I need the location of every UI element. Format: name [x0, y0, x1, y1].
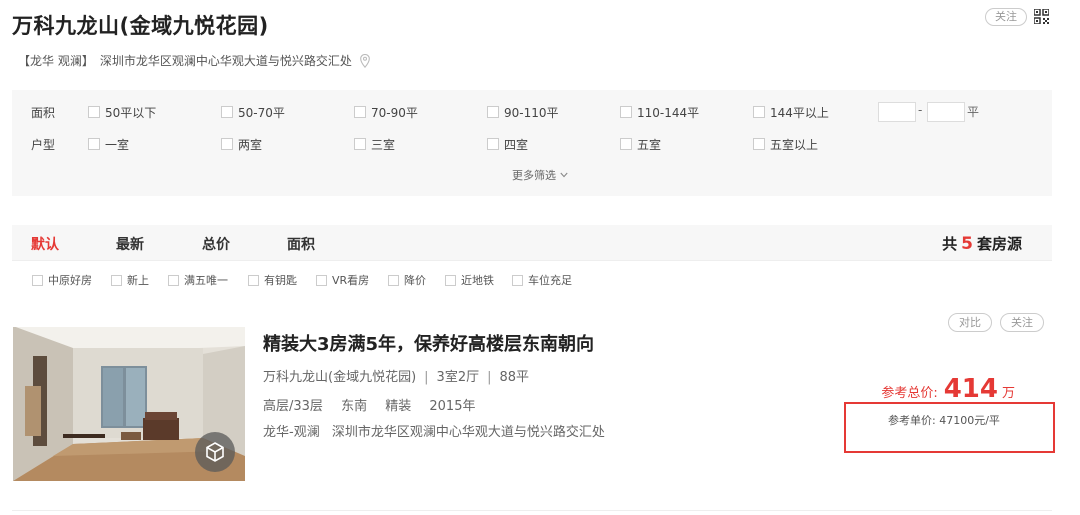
- area-option-50-70[interactable]: 50-70平: [221, 104, 285, 121]
- layout-filter-row: 户型 一室 两室 三室 四室 五室 五室以上: [12, 134, 1052, 154]
- checkbox[interactable]: [487, 106, 499, 118]
- follow-button[interactable]: 关注: [985, 8, 1027, 26]
- room-layout: 3室2厅: [436, 370, 480, 385]
- decoration: 精装: [385, 399, 412, 414]
- checkbox[interactable]: [248, 274, 259, 286]
- total-price-label: 参考总价:: [881, 386, 938, 401]
- layout-option-3[interactable]: 三室: [354, 136, 395, 153]
- layout-filter-label: 户型: [31, 137, 56, 152]
- checkbox[interactable]: [168, 274, 179, 286]
- floor-area: 88平: [499, 370, 530, 385]
- community-name[interactable]: 万科九龙山(金域九悦花园): [263, 370, 416, 385]
- listing-count: 共 5 套房源: [942, 234, 1022, 254]
- vr-cube-icon: [206, 442, 224, 462]
- address-text: 深圳市龙华区观澜中心华观大道与悦兴路交汇处: [99, 54, 352, 68]
- checkbox[interactable]: [88, 106, 100, 118]
- checkbox[interactable]: [354, 138, 366, 150]
- area-option-over-144[interactable]: 144平以上: [753, 104, 829, 121]
- checkbox[interactable]: [445, 274, 456, 286]
- checkbox[interactable]: [620, 106, 632, 118]
- tag-parking[interactable]: 车位充足: [512, 272, 572, 288]
- range-separator: -: [918, 103, 923, 117]
- checkbox[interactable]: [753, 138, 765, 150]
- qr-code-icon[interactable]: [1034, 9, 1049, 24]
- layout-option-1[interactable]: 一室: [88, 136, 129, 153]
- checkbox[interactable]: [512, 274, 523, 286]
- listing-title[interactable]: 精装大3房满5年，保养好高楼层东南朝向: [263, 330, 594, 356]
- checkbox[interactable]: [316, 274, 327, 286]
- page-title: 万科九龙山(金域九悦花园): [12, 14, 269, 38]
- listing-summary: 万科九龙山(金域九悦花园) | 3室2厅 | 88平: [263, 370, 530, 385]
- checkbox[interactable]: [354, 106, 366, 118]
- area-option-90-110[interactable]: 90-110平: [487, 104, 559, 121]
- total-price: 参考总价: 414 万: [881, 374, 1015, 404]
- listing-attributes: 高层/33层 东南 精装 2015年: [263, 395, 475, 414]
- divider: [12, 510, 1052, 511]
- checkbox[interactable]: [221, 106, 233, 118]
- total-price-unit: 万: [1001, 386, 1015, 401]
- tag-vr-viewing[interactable]: VR看房: [316, 272, 369, 288]
- listing-address: 深圳市龙华区观澜中心华观大道与悦兴路交汇处: [331, 425, 605, 440]
- area-option-under-50[interactable]: 50平以下: [88, 104, 156, 121]
- tag-has-key[interactable]: 有钥匙: [248, 272, 297, 288]
- unit-price-value: 47100元/平: [939, 414, 1000, 427]
- listing-location: 龙华-观澜 深圳市龙华区观澜中心华观大道与悦兴路交汇处: [263, 421, 605, 440]
- tag-near-metro[interactable]: 近地铁: [445, 272, 494, 288]
- area-max-input[interactable]: [927, 102, 965, 122]
- checkbox[interactable]: [32, 274, 43, 286]
- orientation: 东南: [341, 399, 368, 414]
- unit-price-highlight: 参考单价: 47100元/平: [844, 402, 1055, 453]
- checkbox[interactable]: [111, 274, 122, 286]
- vr-badge[interactable]: [195, 432, 235, 472]
- tag-price-drop[interactable]: 降价: [388, 272, 426, 288]
- more-filters-button[interactable]: 更多筛选: [512, 167, 568, 183]
- district-label: 【龙华 观澜】: [18, 54, 94, 68]
- layout-option-2[interactable]: 两室: [221, 136, 262, 153]
- tag-new[interactable]: 新上: [111, 272, 149, 288]
- checkbox[interactable]: [753, 106, 765, 118]
- area-min-input[interactable]: [878, 102, 916, 122]
- address-line: 【龙华 观澜】 深圳市龙华区观澜中心华观大道与悦兴路交汇处: [18, 52, 370, 69]
- sort-price-tab[interactable]: 总价: [202, 234, 230, 254]
- tag-centaline[interactable]: 中原好房: [32, 272, 92, 288]
- unit-price: 参考单价: 47100元/平: [888, 414, 1000, 427]
- area-option-70-90[interactable]: 70-90平: [354, 104, 418, 121]
- range-unit: 平: [967, 105, 980, 119]
- tag-five-year-only[interactable]: 满五唯一: [168, 272, 228, 288]
- area-filter-label: 面积: [31, 105, 56, 120]
- total-price-value: 414: [943, 374, 998, 404]
- sort-default-tab[interactable]: 默认: [31, 234, 59, 254]
- area-tag: 龙华-观澜: [263, 425, 320, 440]
- compare-button[interactable]: 对比: [948, 313, 992, 332]
- chevron-down-icon: [560, 172, 568, 178]
- location-pin-icon[interactable]: [359, 53, 370, 68]
- checkbox[interactable]: [620, 138, 632, 150]
- build-year: 2015年: [429, 399, 476, 414]
- floor-info: 高层/33层: [263, 399, 323, 414]
- checkbox[interactable]: [487, 138, 499, 150]
- layout-option-4[interactable]: 四室: [487, 136, 528, 153]
- layout-option-5[interactable]: 五室: [620, 136, 661, 153]
- filter-panel: 面积 50平以下 50-70平 70-90平 90-110平 110-144平 …: [12, 90, 1052, 196]
- listing-photo[interactable]: [13, 326, 245, 481]
- checkbox[interactable]: [88, 138, 100, 150]
- tag-filter-row: 中原好房 新上 满五唯一 有钥匙 VR看房 降价 近地铁 车位充足: [12, 268, 1052, 292]
- sort-newest-tab[interactable]: 最新: [116, 234, 144, 254]
- area-option-110-144[interactable]: 110-144平: [620, 104, 699, 121]
- sort-bar: 默认 最新 总价 面积 共 5 套房源: [12, 225, 1052, 261]
- sort-area-tab[interactable]: 面积: [287, 234, 315, 254]
- checkbox[interactable]: [221, 138, 233, 150]
- checkbox[interactable]: [388, 274, 399, 286]
- listing-count-number: 5: [961, 234, 973, 254]
- listing-follow-button[interactable]: 关注: [1000, 313, 1044, 332]
- layout-option-5-plus[interactable]: 五室以上: [753, 136, 818, 153]
